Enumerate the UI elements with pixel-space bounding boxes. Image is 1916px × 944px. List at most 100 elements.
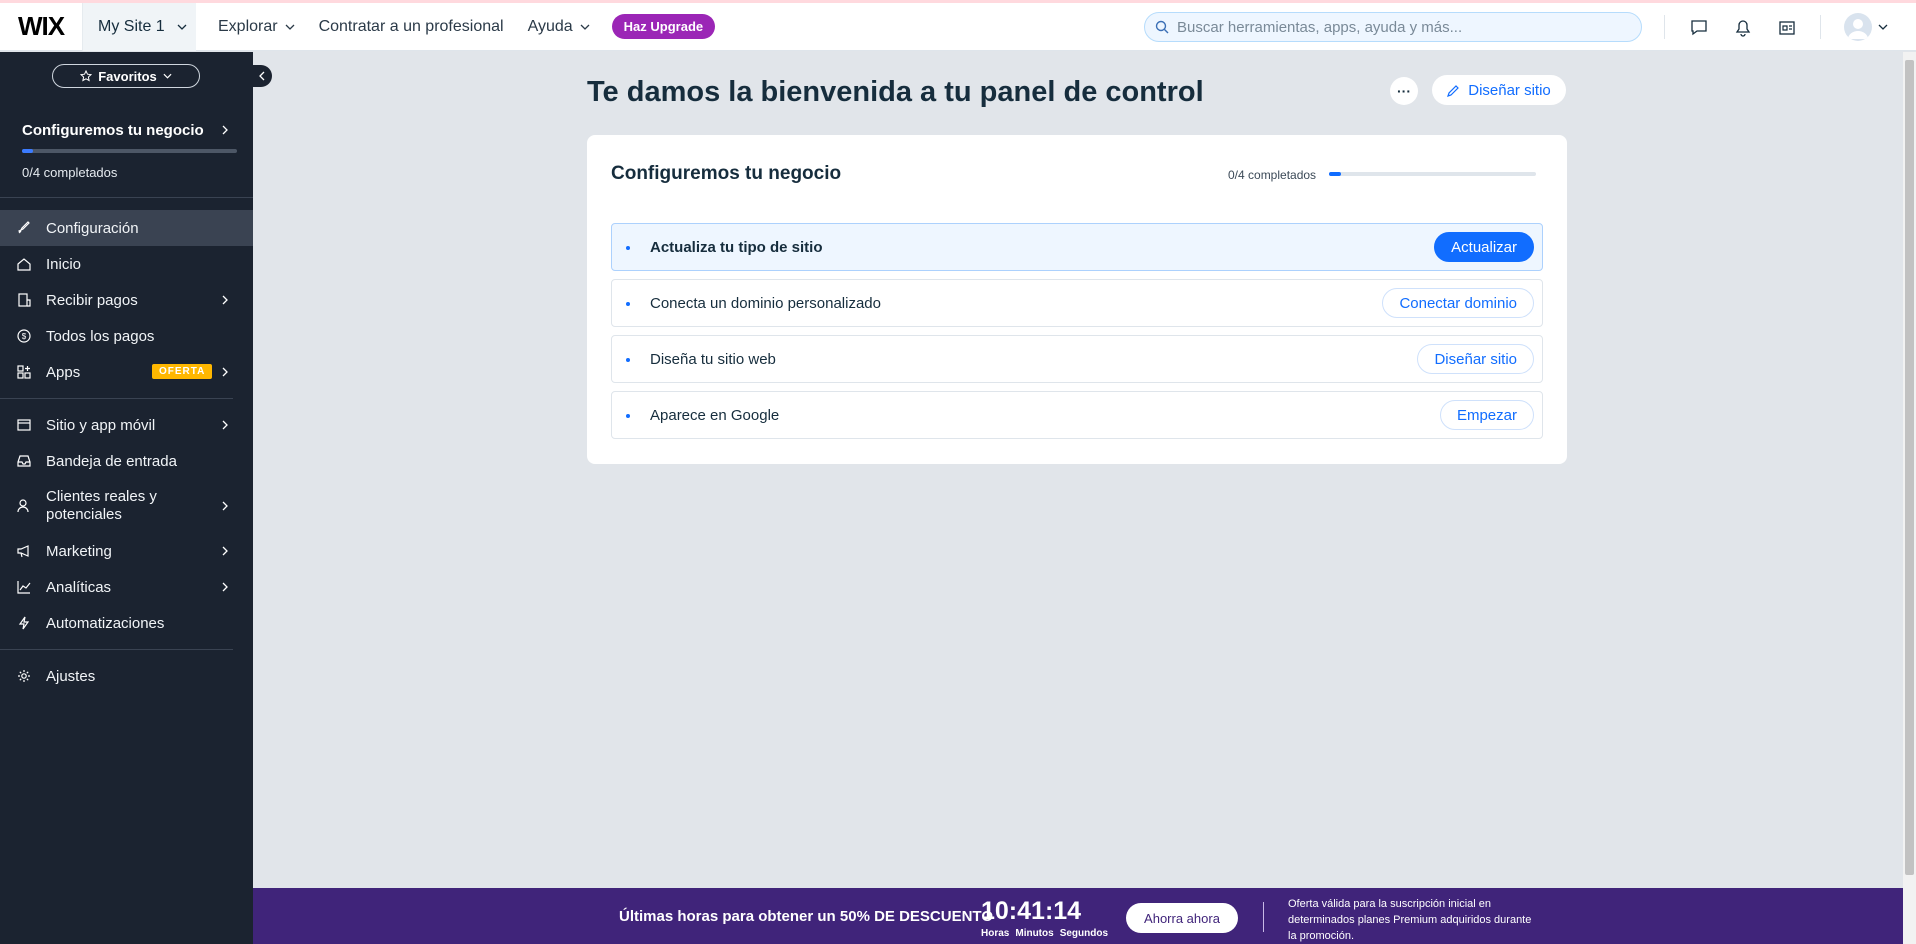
- dollar-icon: $: [17, 329, 31, 343]
- chevron-down-icon: [1878, 24, 1888, 30]
- sidebar-item-clientes[interactable]: Clientes reales y potenciales: [0, 479, 253, 533]
- setup-card: Configuremos tu negocio 0/4 completados …: [587, 135, 1567, 464]
- upgrade-button[interactable]: Haz Upgrade: [611, 14, 716, 39]
- analytics-icon: [17, 581, 31, 594]
- nav-contratar-label: Contratar a un profesional: [318, 17, 504, 35]
- sidebar-item-analiticas[interactable]: Analíticas: [0, 569, 253, 605]
- favorites-button[interactable]: Favoritos: [52, 64, 200, 88]
- sidebar-item-apps[interactable]: Apps OFERTA: [0, 354, 253, 390]
- start-button[interactable]: Empezar: [1439, 400, 1534, 430]
- nav-contratar[interactable]: Contratar a un profesional: [307, 18, 516, 36]
- star-icon: [80, 70, 93, 82]
- task-row[interactable]: Diseña tu sitio web Diseñar sitio: [611, 335, 1543, 383]
- site-icon: [17, 419, 31, 431]
- connect-domain-button[interactable]: Conectar dominio: [1382, 288, 1534, 318]
- search-input[interactable]: [1177, 18, 1617, 36]
- sidebar-item-label: Bandeja de entrada: [46, 452, 177, 470]
- task-label: Diseña tu sitio web: [650, 350, 776, 368]
- inbox-icon: [17, 455, 31, 467]
- sidebar-item-configuracion[interactable]: Configuración: [0, 210, 253, 246]
- timer-labels: Horas Minutos Segundos: [981, 928, 1108, 939]
- bell-icon[interactable]: [1732, 17, 1754, 39]
- clients-icon: [17, 499, 29, 513]
- timer-label-hours: Horas: [981, 928, 1010, 939]
- setup-title[interactable]: Configuremos tu negocio: [22, 122, 204, 139]
- sidebar-item-label: Ajustes: [46, 667, 96, 685]
- sidebar-item-automatizaciones[interactable]: Automatizaciones: [0, 605, 253, 641]
- top-bar: WIX My Site 1 Explorar Contratar a un pr…: [0, 2, 1916, 51]
- bullet-icon: [626, 414, 630, 418]
- top-nav: Explorar Contratar a un profesional Ayud…: [206, 3, 716, 51]
- sidebar-item-marketing[interactable]: Marketing: [0, 533, 253, 569]
- timer-label-minutes: Minutos: [1015, 928, 1054, 939]
- setup-progress-bar: [22, 149, 237, 153]
- card-title: Configuremos tu negocio: [611, 163, 842, 184]
- sidebar-item-inicio[interactable]: Inicio: [0, 246, 253, 282]
- sidebar-menu: Configuración Inicio Recibir pagos $ Tod…: [0, 210, 253, 694]
- sidebar-item-label: Recibir pagos: [46, 291, 138, 309]
- gear-icon: [18, 670, 30, 682]
- nav-explorar[interactable]: Explorar: [206, 18, 307, 36]
- card-progress-bar: [1329, 172, 1536, 176]
- update-button[interactable]: Actualizar: [1434, 232, 1534, 262]
- offer-badge: OFERTA: [152, 364, 213, 379]
- task-label: Actualiza tu tipo de sitio: [650, 238, 823, 256]
- chevron-left-icon: [259, 71, 265, 81]
- promo-banner: Últimas horas para obtener un 50% DE DES…: [253, 888, 1903, 944]
- promo-divider: [1263, 902, 1264, 932]
- account-menu[interactable]: [1844, 13, 1888, 41]
- sidebar: Favoritos Configuremos tu negocio 0/4 co…: [0, 52, 253, 944]
- chevron-right-icon: [222, 420, 228, 430]
- chevron-down-icon: [580, 24, 590, 30]
- rocket-icon: [17, 221, 30, 234]
- news-icon[interactable]: [1776, 17, 1798, 39]
- sidebar-item-label: Marketing: [46, 542, 112, 560]
- chat-icon[interactable]: [1688, 17, 1710, 39]
- chevron-down-icon: [177, 24, 187, 30]
- nav-explorar-label: Explorar: [218, 17, 278, 35]
- favorites-label: Favoritos: [98, 68, 157, 84]
- sidebar-divider: [0, 649, 233, 650]
- sidebar-item-label: Clientes reales y potenciales: [46, 488, 157, 523]
- promo-text: Últimas horas para obtener un 50% DE DES…: [619, 908, 993, 925]
- automation-icon: [18, 616, 30, 630]
- chevron-right-icon: [222, 582, 228, 592]
- svg-text:$: $: [22, 332, 27, 341]
- sidebar-item-label: Inicio: [46, 255, 82, 273]
- task-row[interactable]: Aparece en Google Empezar: [611, 391, 1543, 439]
- chevron-right-icon: [222, 295, 228, 305]
- bullet-icon: [626, 302, 630, 306]
- nav-ayuda[interactable]: Ayuda: [516, 18, 602, 36]
- site-name: My Site 1: [98, 17, 165, 35]
- site-selector[interactable]: My Site 1: [82, 2, 196, 51]
- bullet-icon: [626, 246, 630, 250]
- sidebar-item-todos-los-pagos[interactable]: $ Todos los pagos: [0, 318, 253, 354]
- chevron-right-icon: [222, 367, 228, 377]
- task-row[interactable]: Conecta un dominio personalizado Conecta…: [611, 279, 1543, 327]
- countdown-timer: 10:41:14: [981, 897, 1082, 925]
- sidebar-item-sitio-app[interactable]: Sitio y app móvil: [0, 407, 253, 443]
- task-label: Aparece en Google: [650, 406, 780, 424]
- sidebar-item-bandeja[interactable]: Bandeja de entrada: [0, 443, 253, 479]
- collapse-sidebar-button[interactable]: [252, 65, 272, 87]
- sidebar-item-label: Sitio y app móvil: [46, 416, 156, 434]
- search-bar[interactable]: [1144, 12, 1642, 42]
- more-actions-button[interactable]: ···: [1390, 77, 1418, 105]
- design-site-button[interactable]: Diseñar sitio: [1432, 75, 1566, 105]
- sidebar-item-label: Analíticas: [46, 578, 112, 596]
- sidebar-item-label: Todos los pagos: [46, 327, 155, 345]
- megaphone-icon: [17, 545, 29, 558]
- task-row[interactable]: Actualiza tu tipo de sitio Actualizar: [611, 223, 1543, 271]
- setup-progress-label: 0/4 completados: [22, 165, 118, 180]
- sidebar-divider: [0, 398, 233, 399]
- wix-logo[interactable]: WIX: [0, 3, 82, 51]
- save-now-button[interactable]: Ahorra ahora: [1126, 903, 1238, 933]
- design-site-task-button[interactable]: Diseñar sitio: [1417, 344, 1534, 374]
- toolbar-divider: [1664, 15, 1665, 39]
- chevron-down-icon: [285, 24, 295, 30]
- sidebar-item-recibir-pagos[interactable]: Recibir pagos: [0, 282, 253, 318]
- sidebar-item-ajustes[interactable]: Ajustes: [0, 658, 253, 694]
- chevron-right-icon: [222, 501, 228, 511]
- sidebar-item-label: Configuración: [46, 219, 139, 237]
- scrollbar-thumb[interactable]: [1905, 60, 1914, 875]
